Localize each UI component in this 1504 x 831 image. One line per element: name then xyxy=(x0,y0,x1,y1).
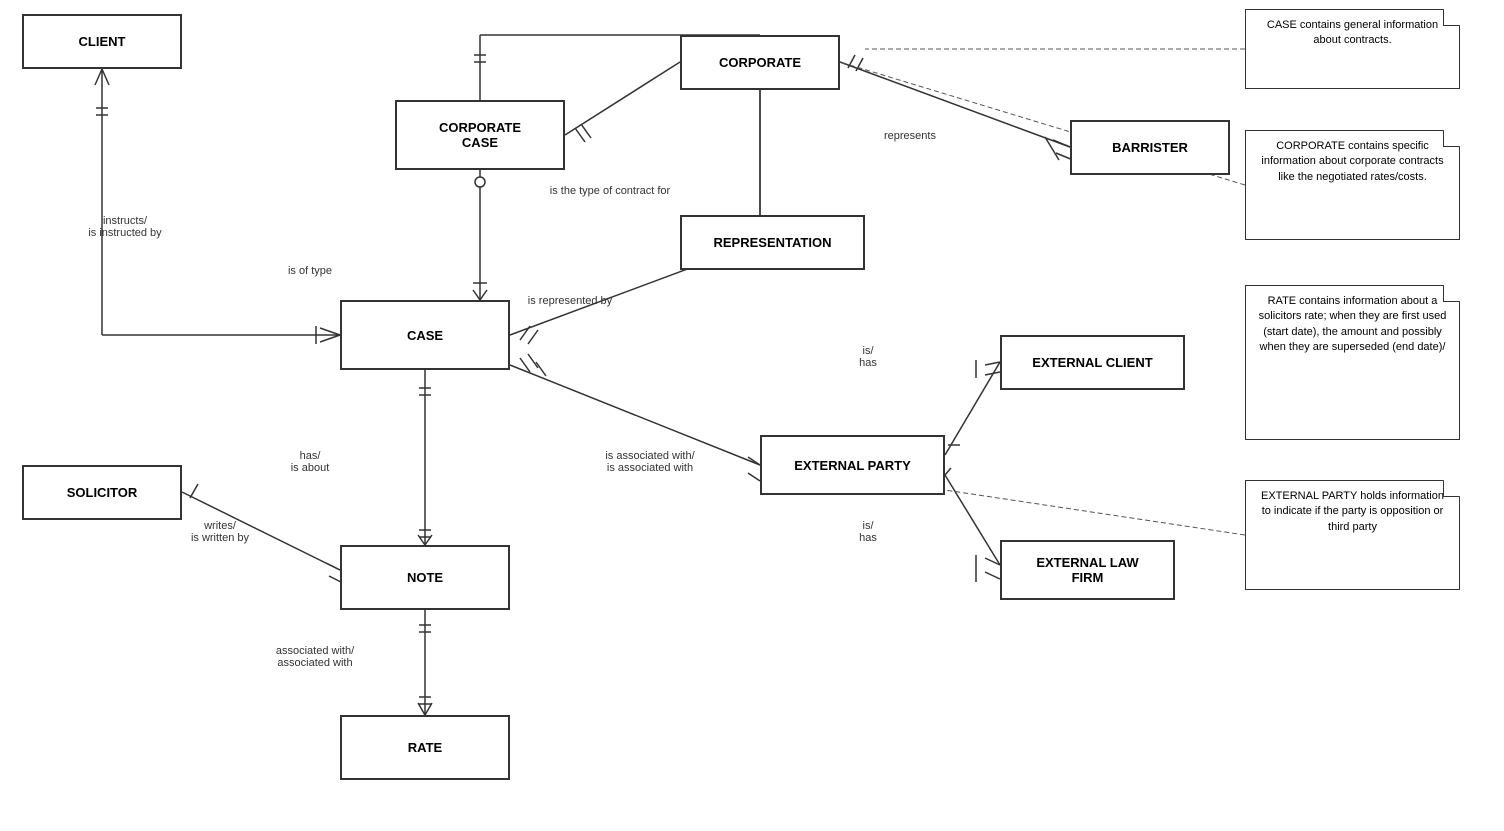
entity-corporate-case: CORPORATE CASE xyxy=(395,100,565,170)
rel-is-has-law: is/has xyxy=(838,520,898,544)
entity-corporate: CORPORATE xyxy=(680,35,840,90)
rel-represented-by: is represented by xyxy=(490,295,650,307)
entity-rate: RATE xyxy=(340,715,510,780)
entity-case: CASE xyxy=(340,300,510,370)
rel-has-about: has/is about xyxy=(265,450,355,474)
entity-note: NOTE xyxy=(340,545,510,610)
rel-represents: represents xyxy=(865,130,955,142)
rel-instructs: instructs/is instructed by xyxy=(65,215,185,239)
rel-is-has-client: is/has xyxy=(838,345,898,369)
rel-is-of-type: is of type xyxy=(265,265,355,277)
rel-writes: writes/is written by xyxy=(160,520,280,544)
rel-type-contract: is the type of contract for xyxy=(530,185,690,197)
entity-external-law-firm: EXTERNAL LAW FIRM xyxy=(1000,540,1175,600)
diagram-canvas: CLIENT CORPORATE BARRISTER CORPORATE CAS… xyxy=(0,0,1504,831)
entity-external-party: EXTERNAL PARTY xyxy=(760,435,945,495)
entity-external-client: EXTERNAL CLIENT xyxy=(1000,335,1185,390)
note-corporate: CORPORATE contains specific information … xyxy=(1245,130,1460,240)
entity-solicitor: SOLICITOR xyxy=(22,465,182,520)
note-rate: RATE contains information about a solici… xyxy=(1245,285,1460,440)
rel-assoc-with: associated with/associated with xyxy=(245,645,385,669)
entity-client: CLIENT xyxy=(22,14,182,69)
note-case: CASE contains general information about … xyxy=(1245,9,1460,89)
note-external-party: EXTERNAL PARTY holds information to indi… xyxy=(1245,480,1460,590)
rel-associated-with: is associated with/is associated with xyxy=(565,450,735,474)
entity-representation: REPRESENTATION xyxy=(680,215,865,270)
entity-barrister: BARRISTER xyxy=(1070,120,1230,175)
